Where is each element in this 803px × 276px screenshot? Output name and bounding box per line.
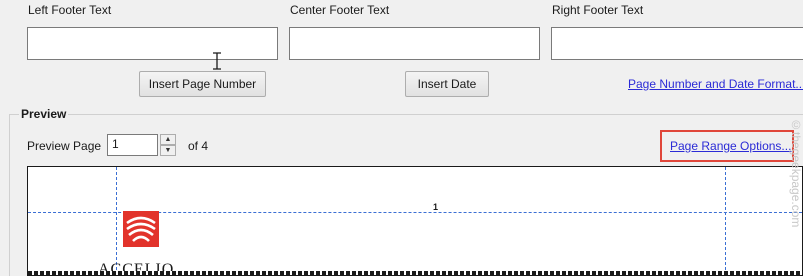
page-tear-edge: [28, 271, 802, 275]
preview-group-title: Preview: [19, 107, 69, 121]
left-footer-text-field[interactable]: [27, 27, 278, 60]
right-footer-label: Right Footer Text: [552, 3, 644, 17]
triangle-down-icon: ▼: [164, 147, 172, 154]
page-number-date-format-link[interactable]: Page Number and Date Format...: [628, 77, 803, 91]
preview-page-area: 1 ACCELIO: [27, 166, 803, 276]
accelio-logo-icon: [123, 211, 159, 247]
watermark: ©thegeekpage.com: [789, 118, 803, 228]
center-footer-text-field[interactable]: [289, 27, 540, 60]
insert-page-number-button[interactable]: Insert Page Number: [139, 71, 266, 97]
center-footer-label: Center Footer Text: [290, 3, 390, 17]
preview-page-number: 1: [433, 202, 439, 212]
spin-up-button[interactable]: ▲: [160, 134, 176, 145]
page-count-label: of 4: [188, 139, 209, 153]
preview-page-label: Preview Page: [27, 139, 102, 153]
left-footer-label: Left Footer Text: [28, 3, 112, 17]
margin-guide-left: [116, 167, 117, 275]
margin-guide-right: [725, 167, 726, 275]
preview-page-input[interactable]: 1: [107, 134, 158, 156]
right-footer-text-field[interactable]: [551, 27, 803, 60]
insert-date-button[interactable]: Insert Date: [405, 71, 489, 97]
highlight-box: [660, 130, 794, 162]
text-cursor-icon: [213, 52, 221, 70]
triangle-up-icon: ▲: [164, 136, 172, 143]
spin-down-button[interactable]: ▼: [160, 145, 176, 156]
